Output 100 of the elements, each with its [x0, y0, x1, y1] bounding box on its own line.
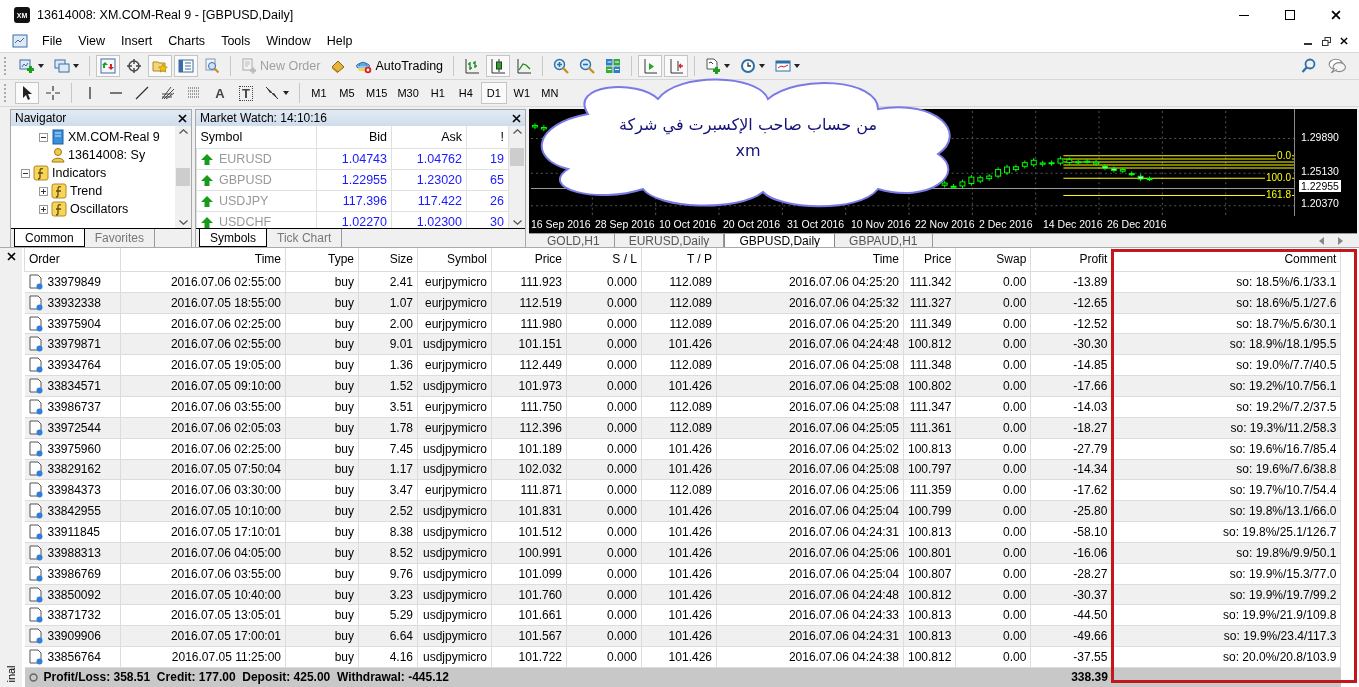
column-header[interactable]: S / L — [566, 248, 642, 272]
timeframe-button[interactable]: H4 — [452, 82, 479, 104]
menu-item[interactable]: Insert — [113, 32, 161, 50]
close-icon[interactable] — [178, 113, 187, 123]
timeframe-button[interactable]: H1 — [424, 82, 451, 104]
column-header[interactable]: ! — [466, 126, 509, 149]
expand-icon[interactable] — [39, 204, 48, 214]
crosshair-icon — [45, 85, 61, 101]
tree-item[interactable]: 13614008: Sy — [68, 148, 146, 162]
timeframe-button[interactable]: M5 — [334, 82, 360, 104]
column-header[interactable]: Price — [491, 248, 567, 272]
table-cell: usdjpymicro — [417, 604, 492, 626]
menu-item[interactable]: Window — [258, 32, 319, 50]
table-cell: 112.089 — [641, 313, 717, 334]
collapse-icon[interactable] — [39, 132, 48, 142]
table-cell: 1.23020 — [391, 169, 467, 191]
collapse-icon[interactable] — [21, 168, 30, 178]
trendline-icon — [134, 85, 150, 101]
close-icon[interactable] — [1340, 37, 1348, 45]
scrollbar-thumb[interactable] — [176, 168, 190, 186]
tree-item[interactable]: Indicators — [52, 166, 107, 180]
table-cell: 0.00 — [955, 438, 1031, 460]
column-header[interactable]: Order — [24, 248, 121, 272]
close-icon[interactable] — [512, 113, 521, 123]
scrollbar[interactable] — [175, 126, 191, 228]
order-icon — [28, 294, 44, 311]
panel-tab[interactable]: Symbols — [199, 229, 267, 247]
column-header[interactable]: Symbol — [417, 248, 492, 272]
column-header[interactable]: Size — [358, 248, 418, 272]
timeframe-button[interactable]: D1 — [480, 82, 507, 104]
candlestick-icon — [490, 58, 507, 74]
table-cell: 111.359 — [903, 479, 956, 501]
table-cell: -12.52 — [1030, 313, 1112, 334]
table-cell: 33975904 — [47, 316, 101, 331]
column-header[interactable]: Time — [120, 248, 286, 272]
close-icon[interactable] — [6, 252, 16, 261]
timeframe-button[interactable]: MN — [536, 82, 563, 104]
market-watch-button[interactable] — [96, 55, 120, 77]
column-header[interactable]: Price — [903, 248, 956, 272]
table-cell: so: 19.8%/25.1/126.7 — [1111, 521, 1341, 543]
table-cell: 0.000 — [566, 313, 642, 334]
up-down-arrows-icon — [100, 58, 116, 74]
timeframe-button[interactable]: M30 — [393, 82, 423, 104]
chart-window-icon[interactable] — [12, 33, 28, 49]
candles-button[interactable] — [486, 55, 511, 77]
table-cell: 111.342 — [903, 271, 956, 293]
scroll-up-icon[interactable] — [178, 129, 188, 134]
terminal-button[interactable] — [174, 55, 198, 77]
maximize-icon — [1285, 10, 1295, 20]
scroll-down-icon[interactable] — [512, 220, 522, 225]
menu-item[interactable]: Help — [318, 32, 361, 50]
text-label-button[interactable]: T — [234, 82, 258, 104]
column-header[interactable]: Bid — [316, 126, 392, 149]
table-cell: 112.089 — [641, 354, 717, 376]
timeframe-button[interactable]: M1 — [306, 82, 332, 104]
column-header[interactable]: Ask — [391, 126, 467, 149]
cursor-button[interactable] — [15, 82, 39, 104]
scrollbar[interactable] — [509, 126, 525, 228]
table-cell: 8.38 — [358, 521, 418, 543]
table-cell: so: 20.0%/20.8/103.9 — [1111, 646, 1341, 668]
timeframe-button[interactable]: M15 — [362, 82, 392, 104]
timeframe-button[interactable]: W1 — [508, 82, 535, 104]
caret-icon — [724, 64, 731, 68]
tree-item[interactable]: XM.COM-Real 9 — [68, 130, 160, 144]
column-header[interactable]: Profit — [1030, 248, 1112, 272]
column-header[interactable]: Comment — [1111, 248, 1341, 272]
table-cell: -44.50 — [1030, 604, 1112, 626]
scrollbar-thumb[interactable] — [510, 148, 524, 166]
add-document-icon — [705, 58, 722, 74]
column-header[interactable]: Symbol — [196, 126, 317, 149]
column-header[interactable]: Swap — [955, 248, 1031, 272]
chart-shift-button[interactable] — [664, 55, 689, 77]
caret-icon — [794, 64, 801, 68]
scroll-down-icon[interactable] — [178, 220, 188, 225]
column-header[interactable]: Time — [716, 248, 904, 272]
panel-tab[interactable]: Common — [14, 229, 85, 247]
autotrading-button[interactable]: AutoTrading — [352, 55, 448, 77]
scroll-left-icon[interactable] — [1319, 237, 1324, 246]
table-cell: 33850092 — [47, 587, 101, 602]
menu-item[interactable]: Tools — [213, 32, 259, 50]
menu-item[interactable]: Charts — [160, 32, 214, 50]
table-cell: 33984373 — [47, 483, 101, 498]
table-cell: 101.426 — [641, 604, 717, 626]
autoscroll-button[interactable] — [638, 55, 663, 77]
menu-item[interactable]: File — [34, 32, 71, 50]
menu-item[interactable]: View — [70, 32, 114, 50]
close-icon[interactable] — [1331, 10, 1341, 20]
text-tool-button[interactable]: A — [208, 82, 232, 104]
arrows-icon — [264, 85, 280, 101]
tree-item[interactable]: Oscillators — [70, 202, 129, 216]
table-cell: 33972544 — [47, 420, 101, 435]
table-cell: eurjpymicro — [417, 396, 492, 418]
scroll-right-icon[interactable] — [1338, 237, 1343, 246]
table-cell: 2016.07.06 02:25:00 — [120, 438, 286, 460]
scroll-up-icon[interactable] — [512, 129, 522, 134]
tree-item[interactable]: Trend — [70, 184, 103, 198]
column-header[interactable]: Type — [285, 248, 359, 272]
column-header[interactable]: T / P — [641, 248, 717, 272]
date-label: 10 Oct 2016 — [659, 217, 717, 230]
expand-icon[interactable] — [39, 186, 48, 196]
